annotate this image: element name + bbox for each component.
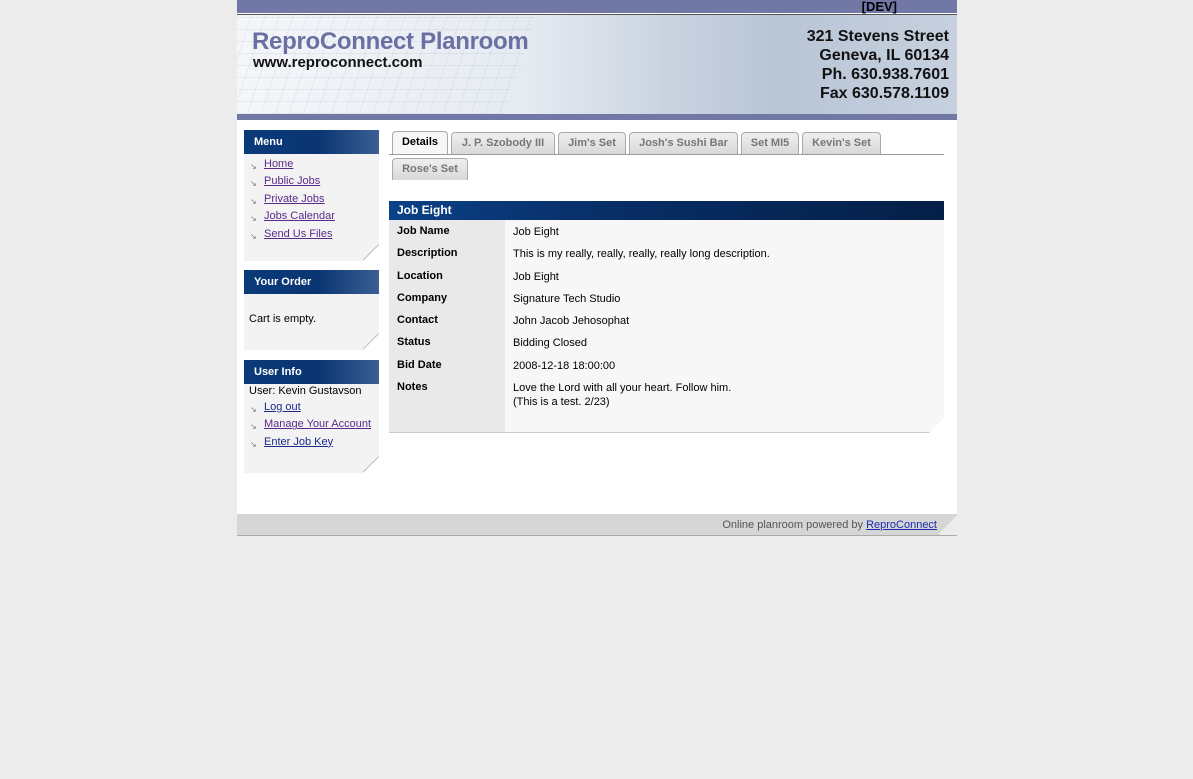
divider bbox=[389, 432, 944, 433]
jobs-calendar-link[interactable]: Jobs Calendar bbox=[264, 210, 335, 222]
field-label: Status bbox=[397, 336, 431, 348]
brand-title: ReproConnect Planroom bbox=[252, 28, 529, 55]
field-value: Signature Tech Studio bbox=[513, 293, 621, 305]
menu-item-send-files: ↘ Send Us Files bbox=[249, 227, 379, 244]
user-name: User: Kevin Gustavson bbox=[249, 385, 362, 397]
bullet-arrow-icon: ↘ bbox=[250, 214, 257, 224]
field-label: Notes bbox=[397, 381, 428, 393]
tab-jims-set[interactable]: Jim's Set bbox=[558, 132, 626, 154]
company-address: 321 Stevens Street Geneva, IL 60134 Ph. … bbox=[807, 27, 949, 103]
panel-corner bbox=[929, 418, 944, 433]
cart-status: Cart is empty. bbox=[249, 313, 317, 325]
field-value: John Jacob Jehosophat bbox=[513, 315, 630, 327]
job-details-panel: Job Eight Job Name Job Eight Description… bbox=[389, 201, 944, 433]
address-phone: Ph. 630.938.7601 bbox=[821, 66, 949, 83]
menu-list: ↘ Home ↘ Public Jobs ↘ Private Jobs ↘ Jobs C… bbox=[244, 154, 379, 244]
menu-item-public-jobs: ↘ Public Jobs bbox=[249, 174, 379, 191]
field-label: Location bbox=[397, 270, 443, 282]
field-value: 2008-12-18 18:00:00 bbox=[513, 360, 616, 372]
box-corner bbox=[363, 245, 379, 261]
user-link-item: ↘ Log out bbox=[249, 400, 371, 417]
home-link[interactable]: Home bbox=[264, 158, 293, 170]
footer: Online planroom powered by ReproConnect bbox=[237, 514, 957, 536]
user-link-item: ↘ Enter Job Key bbox=[249, 435, 371, 452]
address-city: Geneva, IL 60134 bbox=[819, 47, 949, 64]
tab-jp-szobody[interactable]: J. P. Szobody III bbox=[451, 132, 555, 154]
user-link-item: ↘ Manage Your Account bbox=[249, 417, 371, 434]
bullet-arrow-icon: ↘ bbox=[250, 196, 257, 206]
private-jobs-link[interactable]: Private Jobs bbox=[264, 193, 325, 205]
tab-baseline bbox=[389, 154, 944, 155]
footer-powered-by: Online planroom powered by bbox=[722, 519, 863, 531]
order-title: Your Order bbox=[244, 270, 379, 294]
menu-item-private-jobs: ↘ Private Jobs bbox=[249, 192, 379, 209]
footer-text: Online planroom powered by ReproConnect bbox=[722, 519, 937, 531]
bullet-arrow-icon: ↘ bbox=[250, 231, 257, 241]
address-fax: Fax 630.578.1109 bbox=[819, 85, 949, 102]
brand-url: www.reproconnect.com bbox=[253, 54, 423, 71]
tab-details[interactable]: Details bbox=[392, 131, 448, 155]
bullet-arrow-icon: ↘ bbox=[250, 179, 257, 189]
menu-item-home: ↘ Home bbox=[249, 157, 379, 174]
user-info-title: User Info bbox=[244, 360, 379, 384]
send-us-files-link[interactable]: Send Us Files bbox=[264, 228, 332, 240]
tab-kevins-set[interactable]: Kevin's Set bbox=[802, 132, 881, 154]
menu-item-jobs-calendar: ↘ Jobs Calendar bbox=[249, 209, 379, 226]
manage-account-link[interactable]: Manage Your Account bbox=[264, 418, 371, 430]
field-label: Bid Date bbox=[397, 359, 442, 371]
reproconnect-link[interactable]: ReproConnect bbox=[866, 519, 937, 531]
address-street: 321 Stevens Street bbox=[806, 28, 949, 45]
page: [DEV] ReproConnect Planroom www.reprocon… bbox=[237, 0, 957, 536]
footer-corner bbox=[939, 514, 957, 535]
user-info-box: User Info User: Kevin Gustavson ↘ Log out… bbox=[244, 360, 379, 473]
field-label: Job Name bbox=[397, 225, 450, 237]
header-bottom-bar bbox=[237, 114, 957, 120]
job-title: Job Eight bbox=[389, 201, 944, 220]
box-corner bbox=[363, 334, 379, 350]
top-bar: [DEV] bbox=[237, 0, 957, 14]
tab-joshs-sushi-bar[interactable]: Josh's Sushi Bar bbox=[629, 132, 738, 154]
box-corner bbox=[363, 457, 379, 473]
menu-box: Menu ↘ Home ↘ Public Jobs ↘ Private Jobs ↘ J… bbox=[244, 130, 379, 261]
field-label: Contact bbox=[397, 314, 438, 326]
header-banner: ReproConnect Planroom www.reproconnect.c… bbox=[237, 15, 957, 114]
user-links: ↘ Log out ↘ Manage Your Account ↘ Enter Job… bbox=[244, 400, 371, 452]
bullet-arrow-icon: ↘ bbox=[250, 439, 257, 449]
field-value: Job Eight bbox=[513, 271, 559, 283]
tab-set-mi5[interactable]: Set MI5 bbox=[741, 132, 799, 154]
field-label: Company bbox=[397, 292, 448, 304]
dev-badge: [DEV] bbox=[861, 0, 897, 14]
notes-value: Love the Lord with all your heart. Follo… bbox=[513, 382, 732, 408]
tab-roses-set[interactable]: Rose's Set bbox=[392, 158, 468, 180]
bullet-arrow-icon: ↘ bbox=[250, 162, 257, 171]
field-value: Job Eight bbox=[513, 226, 559, 238]
field-value: Bidding Closed bbox=[513, 337, 587, 349]
logout-link[interactable]: Log out bbox=[264, 401, 301, 413]
bullet-arrow-icon: ↘ bbox=[250, 422, 257, 432]
field-value: This is my really, really, really, reall… bbox=[513, 248, 770, 260]
enter-job-key-link[interactable]: Enter Job Key bbox=[264, 436, 333, 448]
public-jobs-link[interactable]: Public Jobs bbox=[264, 175, 320, 187]
bullet-arrow-icon: ↘ bbox=[250, 405, 257, 414]
field-label: Description bbox=[397, 247, 458, 259]
order-box: Your Order Cart is empty. bbox=[244, 270, 379, 350]
menu-title: Menu bbox=[244, 130, 379, 154]
